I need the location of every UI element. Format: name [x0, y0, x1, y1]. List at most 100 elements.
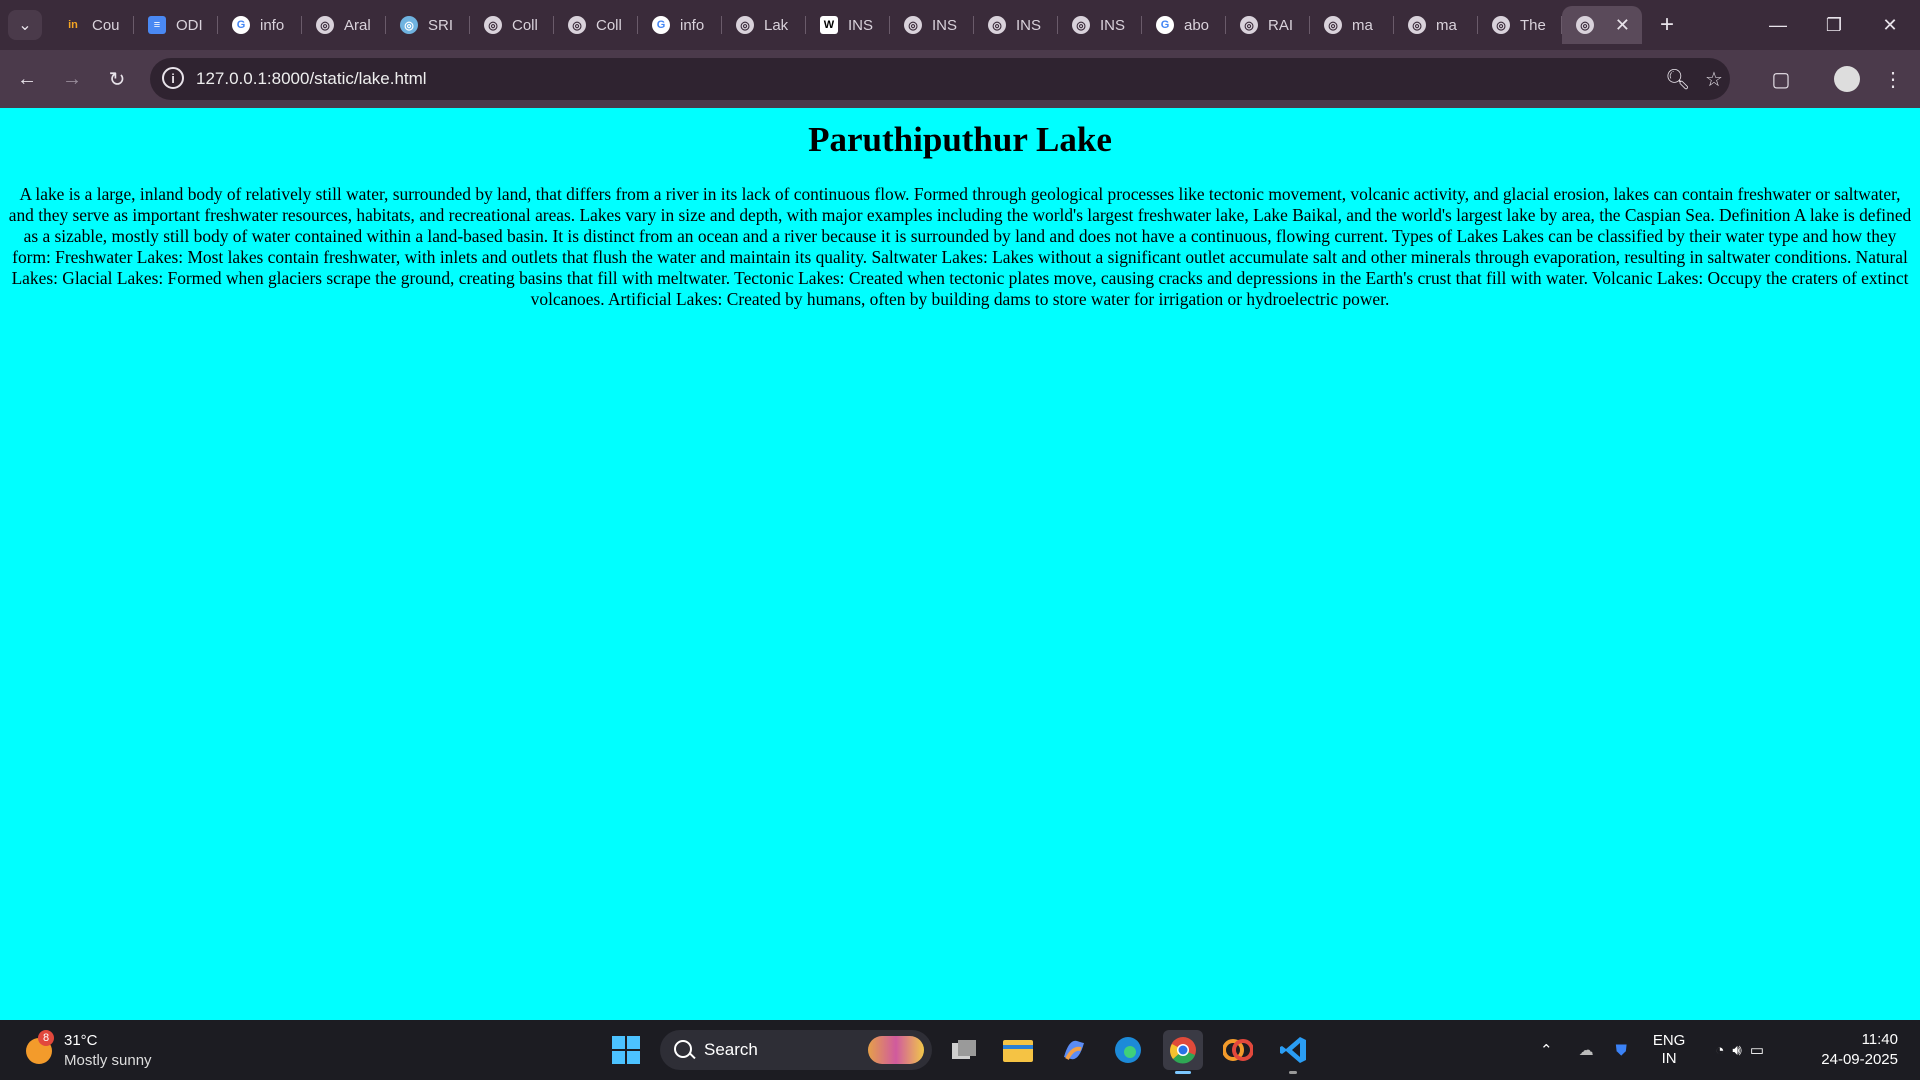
globe-icon: ◎	[316, 16, 334, 34]
onedrive-cloud-icon[interactable]: ☁	[1579, 1041, 1594, 1059]
tab-title: ma	[1352, 16, 1373, 34]
tab-title: INS	[1100, 16, 1126, 34]
browser-tab[interactable]: ◎ RAI	[1226, 6, 1310, 44]
taskbar: 8 31°C Mostly sunny Search ⌃ ☁ ⛊ ENG IN …	[0, 1020, 1920, 1080]
file-explorer-button[interactable]	[998, 1030, 1038, 1070]
tab-close-icon[interactable]: ✕	[1615, 15, 1630, 36]
show-hidden-icons-chevron-icon[interactable]: ⌃	[1540, 1041, 1553, 1059]
volume-icon[interactable]: 🔊︎	[1732, 1042, 1741, 1059]
globe-icon: ◎	[1576, 16, 1594, 34]
reload-icon: ↻	[108, 68, 126, 91]
site-info-icon[interactable]: i	[162, 67, 184, 89]
start-button[interactable]	[606, 1030, 646, 1070]
clock-date: 24-09-2025	[1821, 1051, 1898, 1068]
browser-tab[interactable]: ◎ SRI	[386, 6, 470, 44]
tab-strip: ⌄ in Cou ≡ ODI Ginfo ◎ Aral ◎ SRI ◎ Coll ◎ Coll Ginfo…	[0, 0, 1920, 50]
browser-tab[interactable]: W INS	[806, 6, 890, 44]
url-text[interactable]: 127.0.0.1:8000/static/lake.html	[196, 69, 427, 89]
app-button[interactable]	[1218, 1030, 1258, 1070]
plus-icon: +	[1659, 11, 1674, 38]
browser-tab[interactable]: ◎ INS	[974, 6, 1058, 44]
close-icon: ✕	[1882, 14, 1898, 35]
browser-tab[interactable]: ◎ Coll	[554, 6, 638, 44]
zoom-icon[interactable]: 🔍︎	[1665, 67, 1690, 92]
reload-button[interactable]: ↻	[100, 62, 134, 96]
search-label: Search	[704, 1040, 758, 1059]
restore-icon: ❐	[1825, 14, 1843, 35]
arrow-right-icon: →	[62, 67, 82, 90]
globe-icon: ◎	[1072, 16, 1090, 34]
security-shield-icon[interactable]: ⛊	[1616, 1042, 1627, 1059]
clock[interactable]: 11:40 24-09-2025	[1821, 1030, 1898, 1070]
browser-tab[interactable]: ◎ INS	[1058, 6, 1142, 44]
tab-title: ma	[1436, 16, 1457, 34]
tab-title: Aral	[344, 16, 371, 34]
globe-icon: ◎	[904, 16, 922, 34]
globe-icon: ◎	[568, 16, 586, 34]
wifi-icon[interactable]: ◔	[1715, 1042, 1724, 1059]
forward-button[interactable]: →	[55, 62, 89, 96]
taskbar-search[interactable]: Search	[660, 1030, 932, 1070]
google-icon: G	[1156, 16, 1174, 34]
extensions-button[interactable]: ▢	[1764, 62, 1798, 96]
tab-title: Lak	[764, 16, 789, 34]
vscode-button[interactable]	[1273, 1030, 1313, 1074]
puzzle-icon: ▢	[1771, 68, 1791, 91]
globe-icon: ◎	[1492, 16, 1510, 34]
search-highlight-image	[868, 1036, 924, 1064]
restore-button[interactable]: ❐	[1806, 0, 1862, 50]
browser-tab[interactable]: ◎ Lak	[722, 6, 806, 44]
folder-icon	[1003, 1040, 1033, 1062]
browser-tab[interactable]: Ginfo	[218, 6, 302, 44]
globe-icon: ◎	[484, 16, 502, 34]
copilot-icon	[1064, 1040, 1084, 1060]
profile-avatar[interactable]	[1834, 66, 1860, 92]
tab-title: RAI	[1268, 16, 1294, 34]
tab-title: Coll	[512, 16, 538, 34]
battery-icon[interactable]: ▭	[1750, 1041, 1764, 1059]
google-icon: G	[232, 16, 250, 34]
new-tab-button[interactable]: +	[1652, 10, 1682, 40]
edge-button[interactable]	[1108, 1030, 1148, 1070]
tab-search-button[interactable]: ⌄	[8, 10, 42, 40]
running-indicator	[1289, 1071, 1297, 1074]
browser-tab[interactable]: ◎ INS	[890, 6, 974, 44]
browser-tab[interactable]: in Cou	[50, 6, 134, 44]
browser-tab[interactable]: Gabo	[1142, 6, 1226, 44]
browser-tab[interactable]: ◎ ma	[1394, 6, 1478, 44]
browser-tab[interactable]: ◎ Aral	[302, 6, 386, 44]
tab-title: Coll	[596, 16, 622, 34]
browser-tab[interactable]: ◎ ma	[1310, 6, 1394, 44]
browser-tab[interactable]: ◎ The	[1478, 6, 1562, 44]
task-view-button[interactable]	[944, 1030, 984, 1070]
tab-title: info	[260, 16, 285, 34]
language-indicator[interactable]: ENG IN	[1653, 1032, 1686, 1068]
tab-active[interactable]: ◎ ✕	[1562, 6, 1642, 44]
browser-tab[interactable]: ◎ Coll	[470, 6, 554, 44]
address-bar[interactable]: i 127.0.0.1:8000/static/lake.html 🔍︎ ☆	[150, 58, 1730, 100]
app-icon	[1223, 1039, 1253, 1061]
browser-tab[interactable]: ≡ ODI	[134, 6, 218, 44]
minimize-button[interactable]: —	[1750, 0, 1806, 50]
close-window-button[interactable]: ✕	[1862, 0, 1918, 50]
task-view-icon	[952, 1040, 976, 1059]
bookmark-star-icon[interactable]: ☆	[1705, 67, 1723, 92]
system-tray: ⌃ ☁ ⛊ ENG IN ◔ 🔊︎ ▭	[1540, 1020, 1764, 1080]
edge-icon	[1115, 1037, 1141, 1063]
page-content: Paruthiputhur Lake A lake is a large, in…	[0, 108, 1920, 1020]
chrome-icon	[1170, 1037, 1196, 1064]
chrome-button[interactable]	[1163, 1030, 1203, 1074]
minimize-icon: —	[1769, 14, 1787, 35]
language-code: ENG	[1652, 1032, 1686, 1049]
globe-icon: ◎	[1324, 16, 1342, 34]
copilot-button[interactable]	[1054, 1030, 1094, 1070]
wikipedia-icon: W	[820, 16, 838, 34]
browser-tab[interactable]: Ginfo	[638, 6, 722, 44]
google-icon: G	[652, 16, 670, 34]
tab-title: INS	[932, 16, 958, 34]
back-button[interactable]: ←	[10, 62, 44, 96]
weather-widget[interactable]: 8 31°C Mostly sunny	[24, 1030, 204, 1074]
notification-badge: 8	[38, 1030, 54, 1046]
weather-temperature: 31°C	[64, 1032, 98, 1049]
menu-button[interactable]: ⋮	[1876, 62, 1910, 96]
